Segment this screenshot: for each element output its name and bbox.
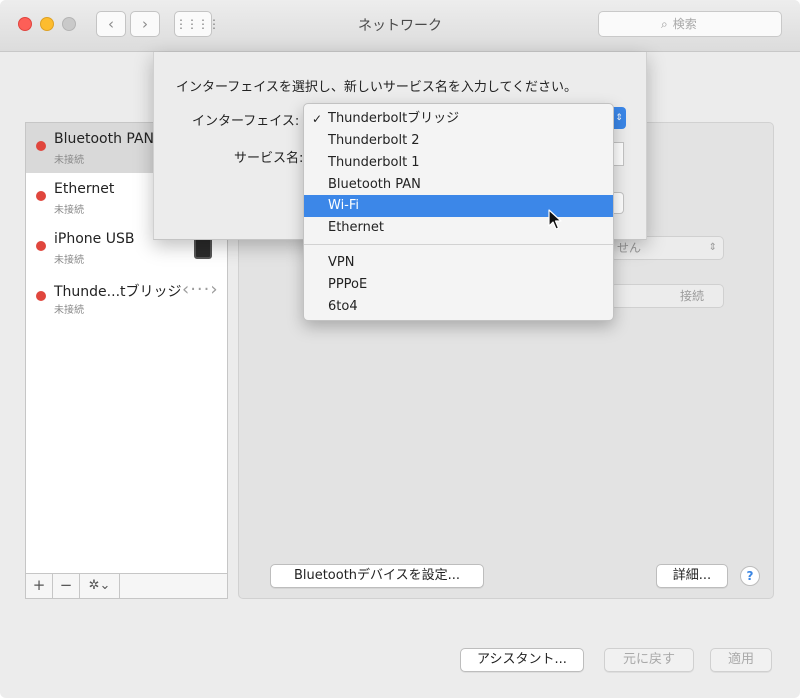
status-dot — [36, 241, 46, 251]
sheet-prompt: インターフェイスを選択し、新しいサービス名を入力してください。 — [176, 80, 578, 95]
service-name: Thunde...tブリッジ — [54, 284, 182, 300]
menu-item-vpn[interactable]: VPN — [304, 252, 613, 274]
menu-item-6to4[interactable]: 6to4 — [304, 296, 613, 318]
menu-item-label: PPPoE — [328, 277, 368, 292]
menu-item-label: Bluetooth PAN — [328, 177, 421, 192]
revert-button[interactable]: 元に戻す — [604, 648, 694, 672]
status-dot — [36, 141, 46, 151]
service-status: 未接続 — [54, 255, 84, 266]
menu-item-label: Thunderboltブリッジ — [328, 111, 460, 126]
service-status: 未接続 — [54, 305, 84, 316]
plus-icon: + — [32, 576, 46, 594]
remove-service-button[interactable]: − — [53, 574, 80, 598]
title-bar: ‹ › ⋮⋮⋮⋮ ネットワーク ⌕ 検索 — [0, 0, 800, 52]
connect-button[interactable]: 接続 — [610, 284, 724, 308]
menu-item-label: 6to4 — [328, 299, 358, 314]
menu-item-label: VPN — [328, 255, 355, 270]
assistant-button[interactable]: アシスタント... — [460, 648, 584, 672]
menu-item-label: Thunderbolt 1 — [328, 155, 420, 170]
menu-item-ethernet[interactable]: Ethernet — [304, 217, 613, 239]
status-dot — [36, 191, 46, 201]
mouse-pointer-icon — [548, 209, 562, 230]
search-icon: ⌕ — [661, 17, 668, 31]
advanced-button[interactable]: 詳細... — [656, 564, 728, 588]
menu-item-bluetooth-pan[interactable]: Bluetooth PAN — [304, 174, 613, 196]
menu-item-label: Thunderbolt 2 — [328, 133, 420, 148]
menu-item-thunderbolt-2[interactable]: Thunderbolt 2 — [304, 130, 613, 152]
service-item-thunderbolt-bridge[interactable]: Thunde...tブリッジ 未接続 ‹···› — [26, 273, 227, 323]
add-service-button[interactable]: + — [26, 574, 53, 598]
service-name-label: サービス名: — [234, 151, 304, 166]
menu-item-pppoe[interactable]: PPPoE — [304, 274, 613, 296]
interface-dropdown-menu: ✓ Thunderboltブリッジ Thunderbolt 2 Thunderb… — [303, 103, 614, 321]
service-status: 未接続 — [54, 205, 84, 216]
minus-icon: − — [59, 576, 73, 594]
interface-popup-arrow[interactable]: ⇕ — [612, 107, 626, 129]
updown-chevron-icon: ⇕ — [708, 242, 717, 253]
list-toolbar: + − ✲⌄ — [25, 573, 228, 599]
gear-icon: ✲⌄ — [88, 578, 111, 593]
menu-item-label: Ethernet — [328, 220, 384, 235]
help-button[interactable]: ? — [740, 566, 760, 586]
status-dot — [36, 291, 46, 301]
location-select-value: せん — [617, 241, 642, 255]
menu-item-thunderbolt-1[interactable]: Thunderbolt 1 — [304, 152, 613, 174]
service-name: Bluetooth PAN — [54, 131, 155, 147]
service-name: iPhone USB — [54, 231, 135, 247]
thunderbolt-bridge-icon: ‹···› — [182, 279, 219, 300]
bluetooth-setup-button[interactable]: Bluetoothデバイスを設定... — [270, 564, 484, 588]
service-name: Ethernet — [54, 181, 115, 197]
apply-button[interactable]: 適用 — [710, 648, 772, 672]
menu-item-thunderbolt-bridge[interactable]: ✓ Thunderboltブリッジ — [304, 108, 613, 130]
network-preferences-window: ‹ › ⋮⋮⋮⋮ ネットワーク ⌕ 検索 Bluetooth PAN 未接続 Et… — [0, 0, 800, 698]
menu-separator — [304, 244, 613, 245]
interface-label: インターフェイス: — [192, 114, 300, 129]
search-placeholder: 検索 — [672, 17, 697, 31]
search-field[interactable]: ⌕ 検索 — [598, 11, 782, 37]
service-status: 未接続 — [54, 155, 84, 166]
action-menu-button[interactable]: ✲⌄ — [80, 574, 120, 598]
menu-item-label: Wi-Fi — [328, 198, 360, 213]
menu-item-wifi[interactable]: Wi-Fi — [304, 195, 613, 217]
checkmark-icon: ✓ — [312, 112, 323, 126]
